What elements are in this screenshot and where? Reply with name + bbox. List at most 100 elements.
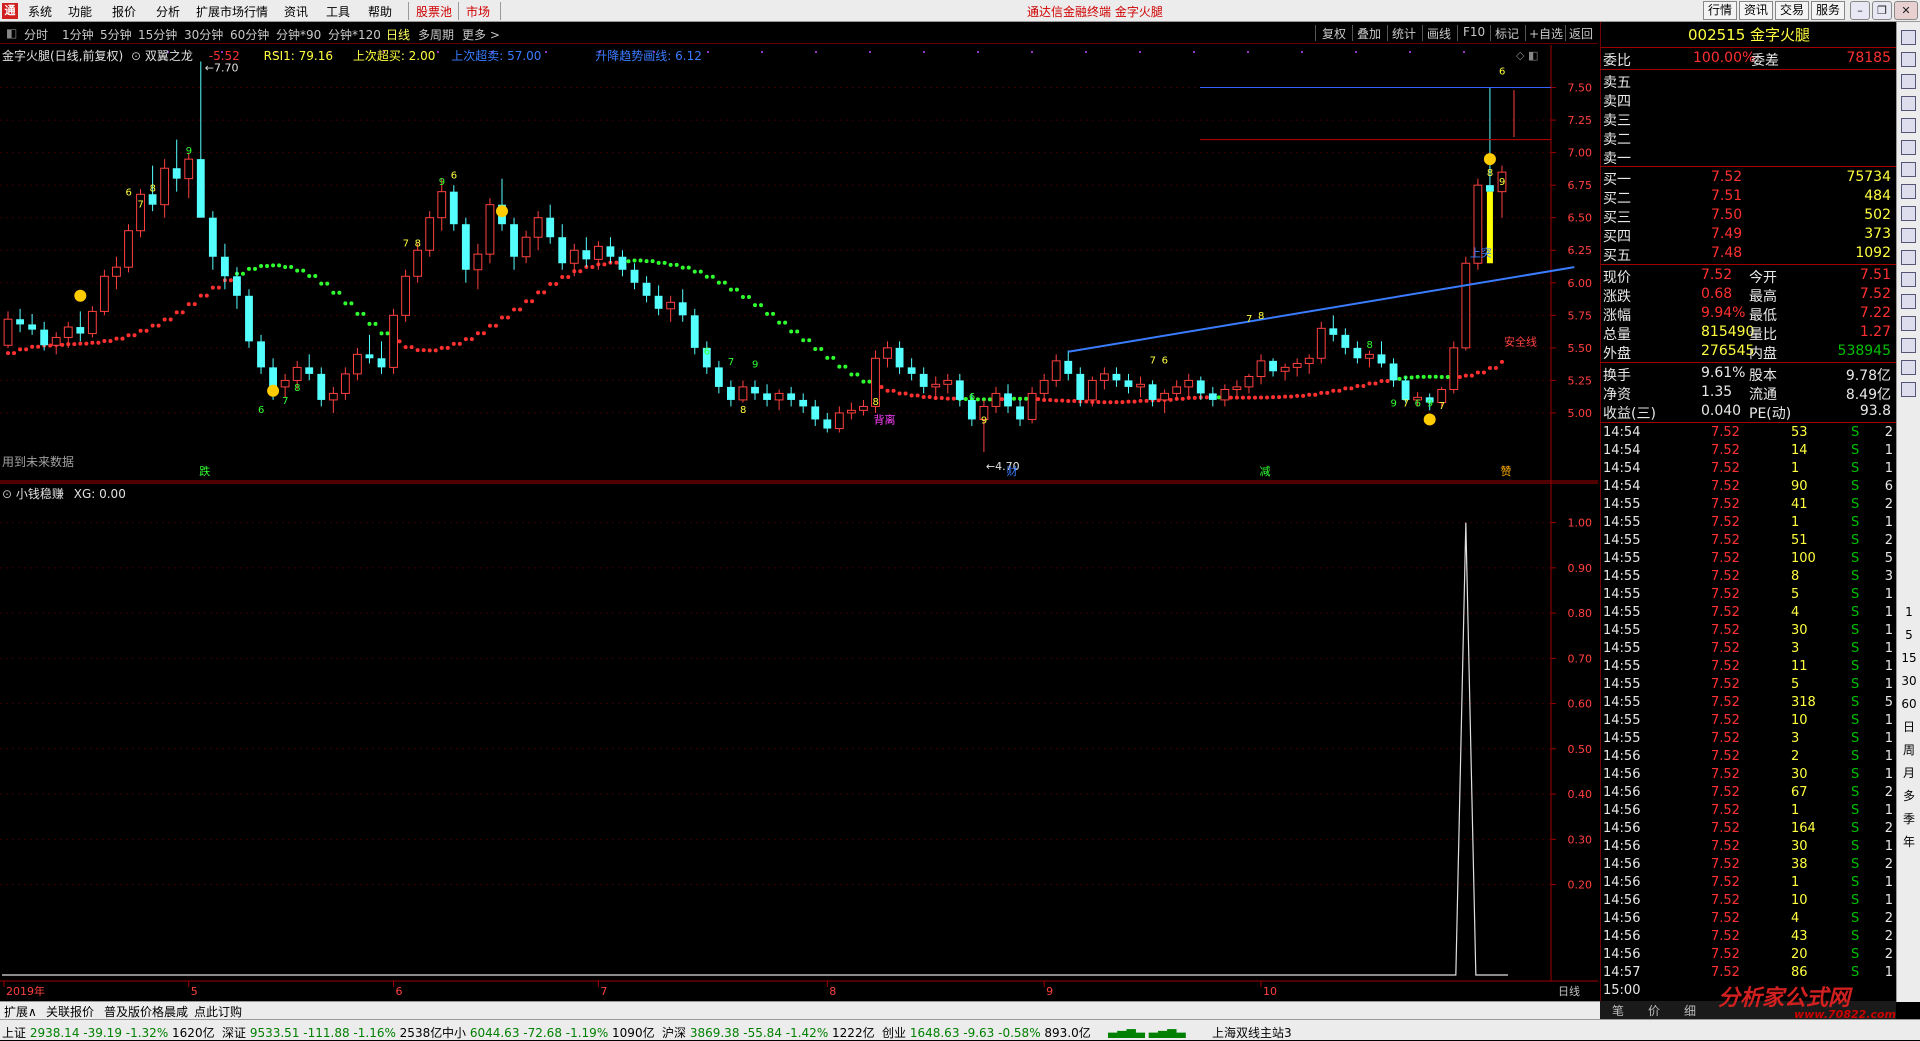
tab-ticks[interactable]: 笔: [1612, 1002, 1624, 1019]
period-tab[interactable]: 分钟*120: [328, 26, 381, 43]
index-status[interactable]: 创业 1648.63 -9.63 -0.58% 893.0亿: [882, 1024, 1091, 1041]
chart-area[interactable]: 7.50 7.25 7.00 6.75 6.50 6.25 6.00 5.75 5.50 5.25…: [0, 45, 1598, 1000]
side-tool-icon[interactable]: [1901, 360, 1916, 375]
side-period-button[interactable]: 年: [1899, 832, 1919, 852]
tab-related-quote[interactable]: 关联报价: [46, 1003, 94, 1020]
side-tool-icon[interactable]: [1901, 338, 1916, 353]
menu-system[interactable]: 系统: [28, 3, 52, 20]
side-tool-icon[interactable]: [1901, 294, 1916, 309]
tool-add-watchlist[interactable]: +自选: [1529, 25, 1563, 42]
period-tab-daily[interactable]: 日线: [386, 26, 410, 43]
tab-expand[interactable]: 扩展∧: [4, 1003, 37, 1020]
side-tool-icon[interactable]: [1901, 228, 1916, 243]
menu-function[interactable]: 功能: [68, 3, 92, 20]
side-period-button[interactable]: 月: [1899, 763, 1919, 783]
side-period-button[interactable]: 30: [1899, 671, 1919, 691]
tick-cell: 14:56: [1603, 749, 1641, 764]
period-tab[interactable]: 多周期: [418, 26, 454, 43]
index-status[interactable]: 沪深 3869.38 -55.84 -1.42% 1222亿: [662, 1024, 875, 1041]
panel-toggle-icon[interactable]: ◧: [6, 26, 17, 40]
tab-market[interactable]: 市场: [466, 3, 490, 20]
candle-body-down: [148, 194, 157, 205]
side-tool-icon[interactable]: [1901, 272, 1916, 287]
candle-body-up: [774, 392, 784, 401]
tab-price[interactable]: 价: [1648, 1002, 1660, 1019]
side-tool-icon[interactable]: [1901, 118, 1916, 133]
side-period-button[interactable]: 5: [1899, 625, 1919, 645]
side-tool-icon[interactable]: [1901, 184, 1916, 199]
side-period-button[interactable]: 1: [1899, 602, 1919, 622]
tab-stock-pool[interactable]: 股票池: [416, 3, 452, 20]
tick-cell: 2: [1884, 857, 1893, 872]
btn-quotes[interactable]: 行情: [1703, 1, 1737, 20]
candle-body-down: [461, 224, 470, 270]
candle-body-up: [160, 167, 170, 206]
sub-indicator-icon[interactable]: ⊙: [2, 487, 12, 501]
chart-options-icon[interactable]: ◇ ◧: [1516, 49, 1538, 62]
tool-draw[interactable]: 画线: [1427, 25, 1451, 42]
tool-stats[interactable]: 统计: [1392, 25, 1416, 42]
side-tool-icon[interactable]: [1901, 316, 1916, 331]
server-status[interactable]: 上海双线主站3: [1212, 1024, 1292, 1041]
menu-ext-market[interactable]: 扩展市场行情: [196, 3, 268, 20]
period-tab[interactable]: 60分钟: [230, 26, 269, 43]
side-tool-icon[interactable]: [1901, 74, 1916, 89]
restore-icon[interactable]: ❐: [1872, 1, 1892, 20]
menu-tools[interactable]: 工具: [326, 3, 350, 20]
safe-line-dot: [1379, 379, 1384, 384]
period-tab[interactable]: 1分钟: [62, 26, 94, 43]
menu-analysis[interactable]: 分析: [156, 3, 180, 20]
tick-cell: 14:56: [1603, 947, 1641, 962]
sub-chart-title[interactable]: 小钱稳赚: [16, 487, 64, 501]
side-tool-icon[interactable]: [1901, 162, 1916, 177]
side-period-button[interactable]: 季: [1899, 809, 1919, 829]
period-tab[interactable]: 15分钟: [138, 26, 177, 43]
side-period-button[interactable]: 60: [1899, 694, 1919, 714]
indicator-name[interactable]: 双翼之龙: [145, 49, 193, 63]
tick-cell: S: [1851, 947, 1860, 962]
side-tool-icon[interactable]: [1901, 140, 1916, 155]
btn-service[interactable]: 服务: [1811, 1, 1845, 20]
period-tab[interactable]: 30分钟: [184, 26, 223, 43]
btn-news[interactable]: 资讯: [1739, 1, 1773, 20]
index-status[interactable]: 深证 9533.51 -111.88 -1.16% 2538亿: [222, 1024, 442, 1041]
tool-adjust[interactable]: 复权: [1322, 25, 1346, 42]
index-status[interactable]: 上证 2938.14 -39.19 -1.32% 1620亿: [2, 1024, 215, 1041]
menu-help[interactable]: 帮助: [368, 3, 392, 20]
menu-quote[interactable]: 报价: [112, 3, 136, 20]
y-tick-label: 6.50: [1568, 212, 1593, 225]
side-period-button[interactable]: 日: [1899, 717, 1919, 737]
candle-body-down: [1389, 363, 1398, 381]
side-tool-icon[interactable]: [1901, 206, 1916, 221]
tab-order[interactable]: 点此订购: [194, 1003, 242, 1020]
side-period-button[interactable]: 多: [1899, 786, 1919, 806]
safe-line-dot: [1427, 374, 1432, 379]
side-tool-icon[interactable]: [1901, 250, 1916, 265]
tool-f10[interactable]: F10: [1463, 25, 1485, 39]
period-tab-more[interactable]: 更多 >: [462, 26, 500, 43]
tool-mark[interactable]: 标记: [1495, 25, 1519, 42]
btn-trade[interactable]: 交易: [1775, 1, 1809, 20]
index-status[interactable]: 中小 6044.63 -72.68 -1.19% 1090亿: [442, 1024, 655, 1041]
period-tab[interactable]: 5分钟: [100, 26, 132, 43]
menu-news[interactable]: 资讯: [284, 3, 308, 20]
close-icon[interactable]: ✕: [1894, 1, 1918, 20]
side-period-button[interactable]: 周: [1899, 740, 1919, 760]
side-tool-icon[interactable]: [1901, 382, 1916, 397]
kline-chart[interactable]: 7.50 7.25 7.00 6.75 6.50 6.25 6.00 5.75 5.50 5.25…: [0, 45, 1598, 1000]
side-tool-icon[interactable]: [1901, 30, 1916, 45]
side-tool-icon[interactable]: [1901, 52, 1916, 67]
tick-cell: 14:55: [1603, 497, 1641, 512]
side-tool-icon[interactable]: [1901, 96, 1916, 111]
tab-promo[interactable]: 普及版价格晨咸: [104, 1003, 188, 1020]
period-tab[interactable]: 分时: [24, 26, 48, 43]
side-period-button[interactable]: 15: [1899, 648, 1919, 668]
stat-value: 7.22: [1859, 305, 1891, 321]
period-tab[interactable]: 分钟*90: [276, 26, 321, 43]
tool-overlay[interactable]: 叠加: [1357, 25, 1381, 42]
safe-line-dot: [36, 344, 41, 349]
tab-detail[interactable]: 细: [1684, 1002, 1696, 1019]
indicator-settings-icon[interactable]: ⊙: [131, 49, 141, 63]
minimize-icon[interactable]: –: [1850, 1, 1870, 20]
tool-back[interactable]: 返回: [1569, 25, 1593, 42]
